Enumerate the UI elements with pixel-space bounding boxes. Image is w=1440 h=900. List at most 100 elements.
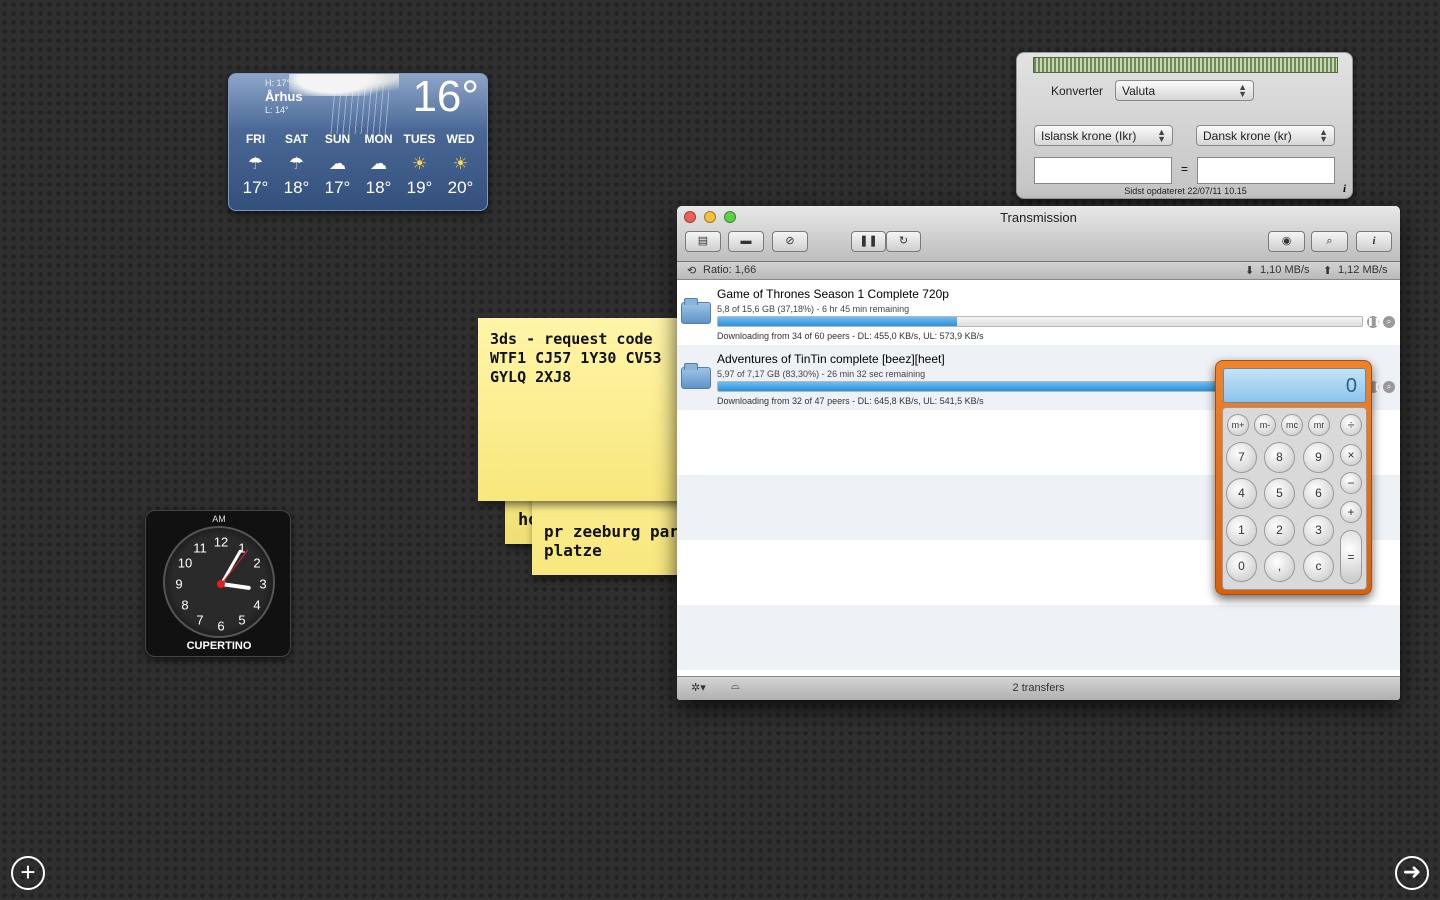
weather-widget[interactable]: H: 17° Århus L: 14° 16° FRI ☂ 17° SAT ☂ … [228, 73, 488, 211]
cloud-icon [289, 74, 399, 96]
forecast-day: SAT ☂ 18° [277, 132, 317, 198]
pause-icon[interactable]: ❚❚ [1367, 316, 1380, 328]
clock-city: CUPERTINO [186, 640, 252, 652]
reveal-icon[interactable]: ⌕ [1383, 381, 1395, 393]
remove-button[interactable]: ⊘ [772, 231, 808, 252]
forecast-day-name: WED [446, 132, 475, 146]
digit-3-button[interactable]: 3 [1303, 515, 1334, 546]
transfer-name: Adventures of TinTin complete [beez][hee… [717, 352, 945, 366]
clock-second-hand [220, 549, 249, 585]
filter-button[interactable]: ⌕ [1311, 231, 1348, 252]
empty-row [677, 605, 1400, 670]
digit-5-button[interactable]: 5 [1264, 478, 1295, 509]
equals-button[interactable]: = [1340, 530, 1362, 584]
weather-low: L: 14° [265, 105, 289, 115]
sun-cloud-icon: ☀ [411, 154, 428, 173]
forecast-day: WED ☀ 20° [441, 132, 481, 198]
digit-6-button[interactable]: 6 [1303, 478, 1334, 509]
search-icon: ⌕ [1326, 235, 1333, 247]
status-bar: ⟲ Ratio: 1,66 ⬇ 1,10 MB/s ⬆ 1,12 MB/s [677, 262, 1400, 280]
weather-current-temp: 16° [412, 73, 479, 121]
digit-7-button[interactable]: 7 [1226, 442, 1257, 473]
digit-1-button[interactable]: 1 [1226, 515, 1257, 546]
folder-icon: ▬ [740, 235, 752, 247]
transfer-progress-text: 5,97 of 7,17 GB (83,30%) - 26 min 32 sec… [717, 369, 926, 379]
forecast-temp: 17° [242, 178, 269, 197]
info-icon[interactable]: i [1343, 183, 1346, 195]
add-button[interactable]: + [1340, 501, 1362, 523]
updown-arrows-icon: ▲ ▼ [1319, 127, 1328, 144]
transfer-status: Downloading from 32 of 47 peers - DL: 64… [717, 396, 984, 406]
clock-widget[interactable]: AM 12 1 2 3 4 5 6 7 8 9 10 11 CUPERTINO [145, 510, 291, 657]
open-folder-button[interactable]: ▬ [728, 231, 764, 252]
digit-9-button[interactable]: 9 [1303, 442, 1334, 473]
forecast-day-name: SAT [284, 132, 309, 146]
forecast-day: MON ☁ 18° [359, 132, 399, 198]
plus-icon: + [20, 857, 36, 887]
calculator-widget[interactable]: 0 m+ m- mc mr ÷ 7 8 9 × 4 5 6 − 1 2 3 + … [1215, 360, 1372, 595]
folder-icon [681, 363, 711, 389]
forecast-day-name: SUN [324, 132, 351, 146]
clear-button[interactable]: c [1303, 551, 1334, 582]
from-amount-field[interactable] [1034, 157, 1172, 184]
clock-number: 10 [177, 555, 193, 571]
currency-converter-widget[interactable]: Konverter Valuta ▲ ▼ Islansk krone (Ikr) … [1016, 52, 1353, 199]
ratio-icon[interactable]: ⟲ [687, 264, 696, 277]
last-updated-text: Sidst opdateret 22/07/11 10.15 [1124, 186, 1247, 196]
remove-icon: ⊘ [785, 235, 795, 247]
digit-0-button[interactable]: 0 [1226, 551, 1257, 582]
sun-cloud-icon: ☀ [452, 154, 469, 173]
equals-sign: = [1181, 162, 1189, 176]
reveal-icon[interactable]: ⌕ [1383, 316, 1395, 328]
window-title: Transmission [1000, 210, 1077, 225]
sticky-note-front[interactable]: 3ds - request code WTF1 CJ57 1Y30 CV53 G… [478, 318, 687, 501]
pause-all-button[interactable]: ❚❚ [851, 231, 886, 252]
multiply-button[interactable]: × [1340, 444, 1362, 466]
forecast-temp: 20° [447, 178, 474, 197]
memory-subtract-button[interactable]: m- [1254, 414, 1276, 436]
clock-number: 7 [196, 612, 204, 628]
digit-4-button[interactable]: 4 [1226, 478, 1257, 509]
clock-ampm: AM [212, 514, 226, 524]
convert-label: Konverter [1051, 84, 1104, 98]
weather-high: H: 17° [265, 78, 291, 88]
clock-number: 5 [238, 612, 246, 628]
subtract-button[interactable]: − [1340, 472, 1362, 494]
updown-arrows-icon: ▲ ▼ [1238, 82, 1247, 99]
pause-icon: ❚❚ [859, 235, 878, 247]
clock-number: 9 [175, 576, 183, 592]
add-widget-button[interactable]: + [11, 856, 45, 890]
clock-number: 3 [259, 576, 267, 592]
weather-city: Århus [265, 89, 303, 104]
clock-number: 4 [253, 597, 261, 613]
clock-face: 12 1 2 3 4 5 6 7 8 9 10 11 [163, 526, 275, 638]
forecast-temp: 17° [324, 178, 351, 197]
conversion-type-select[interactable]: Valuta ▲ ▼ [1115, 80, 1254, 101]
open-torrent-button[interactable]: ▤ [685, 231, 721, 252]
decimal-button[interactable]: , [1264, 551, 1295, 582]
memory-add-button[interactable]: m+ [1227, 414, 1249, 436]
currency-banner [1033, 57, 1338, 73]
to-currency-value: Dansk krone (kr) [1203, 129, 1292, 143]
window-footer: ✲▾ ⌓ 2 transfers [677, 676, 1400, 700]
resume-icon: ↻ [898, 235, 909, 247]
divide-button[interactable]: ÷ [1340, 414, 1362, 436]
document-icon: ▤ [697, 235, 709, 247]
to-amount-field[interactable] [1197, 157, 1335, 184]
transfer-row[interactable]: Game of Thrones Season 1 Complete 720p 5… [677, 280, 1400, 345]
memory-recall-button[interactable]: mr [1308, 414, 1330, 436]
memory-clear-button[interactable]: mc [1281, 414, 1303, 436]
manage-widgets-button[interactable]: ➜ [1395, 856, 1429, 890]
forecast-day-name: FRI [245, 132, 266, 146]
transfer-progress-bar [717, 316, 1363, 327]
inspector-button[interactable]: i [1356, 231, 1392, 252]
clock-number: 2 [253, 555, 261, 571]
clock-hour-hand [220, 582, 251, 591]
quicklook-button[interactable]: ◉ [1268, 231, 1305, 252]
digit-8-button[interactable]: 8 [1264, 442, 1295, 473]
clock-number: 11 [193, 540, 207, 556]
digit-2-button[interactable]: 2 [1264, 515, 1295, 546]
resume-all-button[interactable]: ↻ [886, 231, 921, 252]
to-currency-select[interactable]: Dansk krone (kr) ▲ ▼ [1196, 125, 1335, 146]
from-currency-select[interactable]: Islansk krone (Ikr) ▲ ▼ [1034, 125, 1173, 146]
